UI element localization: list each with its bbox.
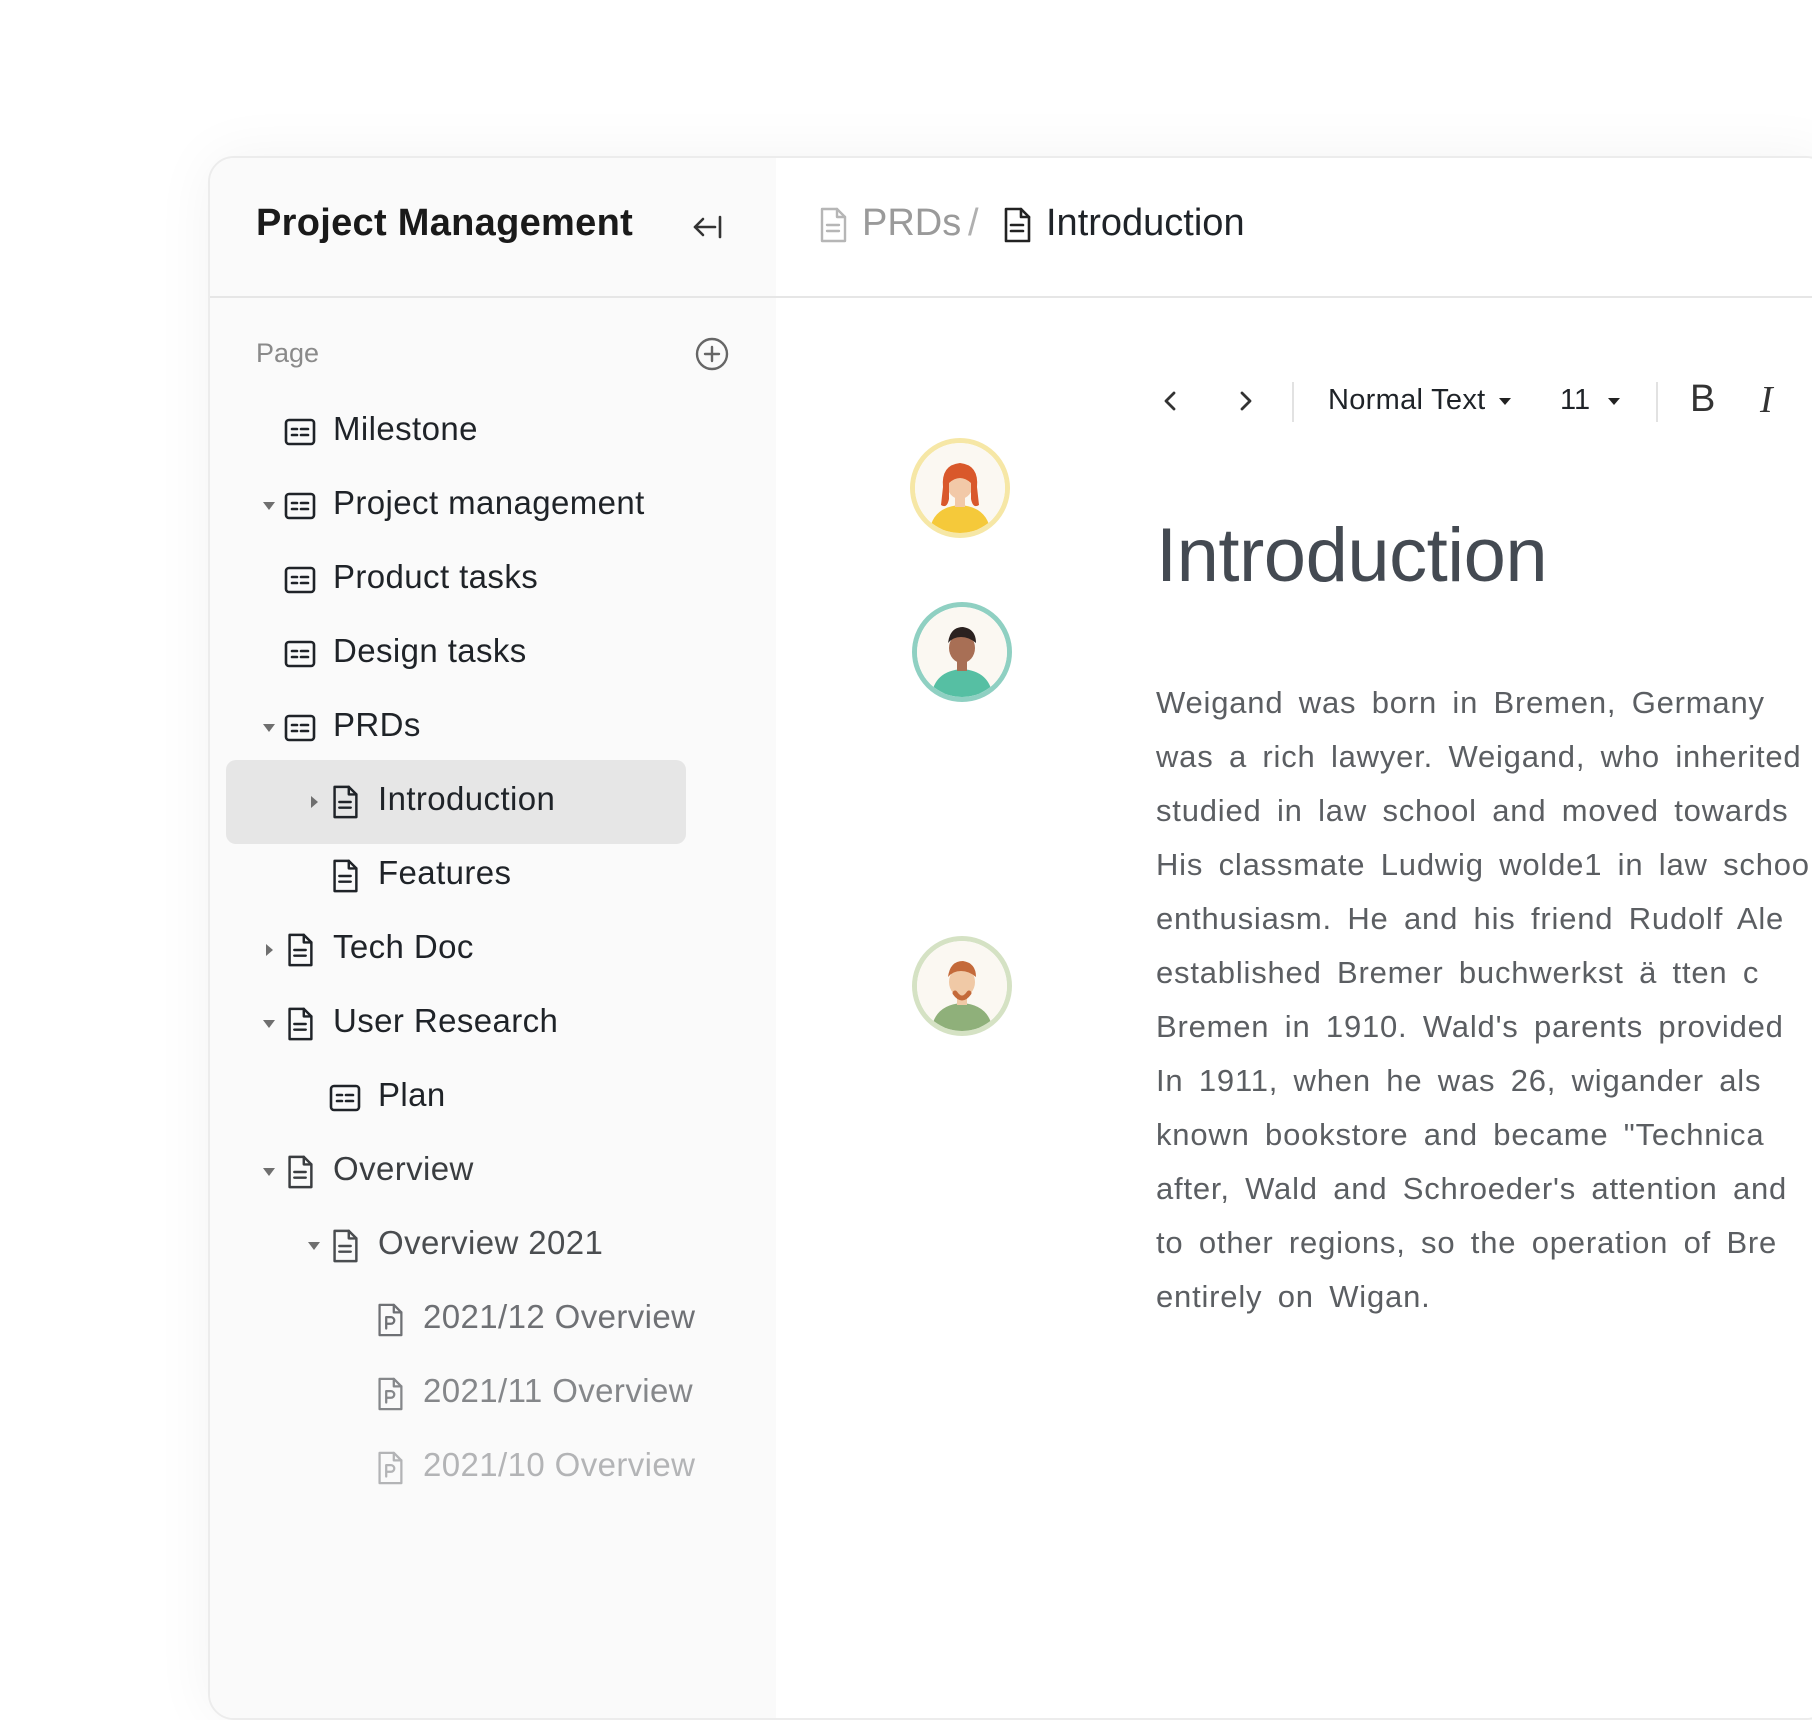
editor-main: PRDs / Introduction Normal Text 11 B I I… <box>776 158 1812 1718</box>
toolbar-divider <box>1656 382 1658 422</box>
caret-down-icon <box>1608 397 1621 405</box>
document-line: was a rich lawyer. Weigand, who inherite… <box>1156 739 1802 774</box>
document-line: established Bremer buchwerkst ä tten c <box>1156 955 1760 990</box>
document-icon <box>816 206 850 244</box>
caret-down-icon[interactable] <box>260 1163 278 1181</box>
sidebar-item-label: Overview <box>333 1150 474 1187</box>
avatar-woman-red-hair[interactable] <box>910 438 1010 538</box>
sidebar-item-overview-2021[interactable]: Overview 2021 <box>226 1204 686 1288</box>
document-line: In 1911, when he was 26, wigander als <box>1156 1063 1762 1098</box>
toolbar-divider <box>1292 382 1294 422</box>
caret-down-icon[interactable] <box>260 497 278 515</box>
breadcrumb: PRDs / Introduction <box>776 158 1812 298</box>
sidebar-item-label: 2021/12 Overview <box>423 1298 696 1335</box>
sidebar-item-product-tasks[interactable]: Product tasks <box>226 538 686 622</box>
document-body[interactable]: Weigand was born in Bremen, Germany was a… <box>1156 676 1812 1324</box>
breadcrumb-separator: / <box>968 202 979 244</box>
bold-button[interactable]: B <box>1690 378 1715 421</box>
app-window: Project Management Page Milestone Project… <box>208 156 1812 1720</box>
formatting-toolbar: Normal Text 11 B I <box>1156 376 1812 432</box>
document-line: Bremen in 1910. Wald's parents provided <box>1156 1009 1784 1044</box>
font-size-value: 11 <box>1560 384 1591 416</box>
table-icon <box>282 636 318 672</box>
document-icon <box>282 932 318 968</box>
sidebar: Project Management Page Milestone Project… <box>210 158 778 1718</box>
table-icon <box>327 1080 363 1116</box>
caret-down-icon[interactable] <box>260 719 278 737</box>
sidebar-item-overview[interactable]: Overview <box>226 1130 686 1214</box>
sidebar-header: Project Management <box>210 158 776 298</box>
breadcrumb-current: Introduction <box>1046 202 1245 244</box>
document-icon <box>327 784 363 820</box>
sidebar-item-label: Overview 2021 <box>378 1224 604 1261</box>
document-icon <box>282 1154 318 1190</box>
sidebar-item-label: Features <box>378 854 512 891</box>
collapse-sidebar-icon[interactable] <box>688 208 726 246</box>
avatar-man-dark-hair[interactable] <box>912 602 1012 702</box>
document-line: after, Wald and Schroeder's attention an… <box>1156 1171 1788 1206</box>
sidebar-item-features[interactable]: Features <box>226 834 686 918</box>
table-icon <box>282 414 318 450</box>
text-style-value: Normal Text <box>1328 384 1486 416</box>
document-icon <box>327 1228 363 1264</box>
sidebar-item-design-tasks[interactable]: Design tasks <box>226 612 686 696</box>
sidebar-item-label: 2021/10 Overview <box>423 1446 696 1483</box>
caret-down-icon[interactable] <box>260 1015 278 1033</box>
sidebar-item-label: User Research <box>333 1002 559 1039</box>
table-icon <box>282 562 318 598</box>
section-label-page: Page <box>256 338 320 368</box>
undo-chevron-left-icon[interactable] <box>1156 386 1186 421</box>
sidebar-item-tech-doc[interactable]: Tech Doc <box>226 908 686 992</box>
document-line: Weigand was born in Bremen, Germany <box>1156 685 1765 720</box>
sidebar-item-milestone[interactable]: Milestone <box>226 390 686 474</box>
document-icon <box>1000 206 1034 244</box>
avatar-man-beard[interactable] <box>912 936 1012 1036</box>
table-icon <box>282 488 318 524</box>
sidebar-item-label: Plan <box>378 1076 446 1113</box>
sidebar-item-label: Introduction <box>378 780 556 817</box>
sidebar-item-project-management[interactable]: Project management <box>226 464 686 548</box>
sidebar-item-label: Milestone <box>333 410 478 447</box>
pdf-icon <box>372 1376 408 1412</box>
sidebar-item-label: Design tasks <box>333 632 527 669</box>
sidebar-item-label: 2021/11 Overview <box>423 1372 693 1409</box>
caret-down-icon <box>1499 397 1512 405</box>
pdf-icon <box>372 1302 408 1338</box>
sidebar-item-user-research[interactable]: User Research <box>226 982 686 1066</box>
add-page-icon[interactable] <box>694 336 730 372</box>
pdf-icon <box>372 1450 408 1486</box>
sidebar-item-label: Tech Doc <box>333 928 474 965</box>
document-line: known bookstore and became "Technica <box>1156 1117 1765 1152</box>
caret-right-icon[interactable] <box>305 793 323 811</box>
document-icon <box>282 1006 318 1042</box>
sidebar-item-label: PRDs <box>333 706 421 743</box>
breadcrumb-parent[interactable]: PRDs <box>862 202 961 245</box>
sidebar-item-2021-11-overview[interactable]: 2021/11 Overview <box>226 1352 693 1436</box>
caret-down-icon[interactable] <box>305 1237 323 1255</box>
redo-chevron-right-icon[interactable] <box>1230 386 1260 421</box>
document-icon <box>327 858 363 894</box>
workspace-title: Project Management <box>256 202 634 244</box>
document-line: studied in law school and moved towards <box>1156 793 1789 828</box>
document-line: enthusiasm. He and his friend Rudolf Ale <box>1156 901 1785 936</box>
sidebar-item-prds[interactable]: PRDs <box>226 686 686 770</box>
sidebar-item-label: Project management <box>333 484 645 521</box>
sidebar-item-introduction[interactable]: Introduction <box>226 760 686 844</box>
caret-right-icon[interactable] <box>260 941 278 959</box>
italic-button[interactable]: I <box>1760 378 1773 422</box>
font-size-select[interactable]: 11 <box>1560 384 1622 417</box>
document-title[interactable]: Introduction <box>1156 512 1548 599</box>
sidebar-item-2021-12-overview[interactable]: 2021/12 Overview <box>226 1278 695 1362</box>
sidebar-item-label: Product tasks <box>333 558 539 595</box>
document-line: His classmate Ludwig wolde1 in law schoo <box>1156 847 1810 882</box>
sidebar-item-plan[interactable]: Plan <box>226 1056 686 1140</box>
document-line: entirely on Wigan. <box>1156 1279 1431 1314</box>
text-style-select[interactable]: Normal Text <box>1328 384 1513 417</box>
table-icon <box>282 710 318 746</box>
sidebar-item-2021-10-overview[interactable]: 2021/10 Overview <box>226 1426 695 1510</box>
document-line: to other regions, so the operation of Br… <box>1156 1225 1778 1260</box>
